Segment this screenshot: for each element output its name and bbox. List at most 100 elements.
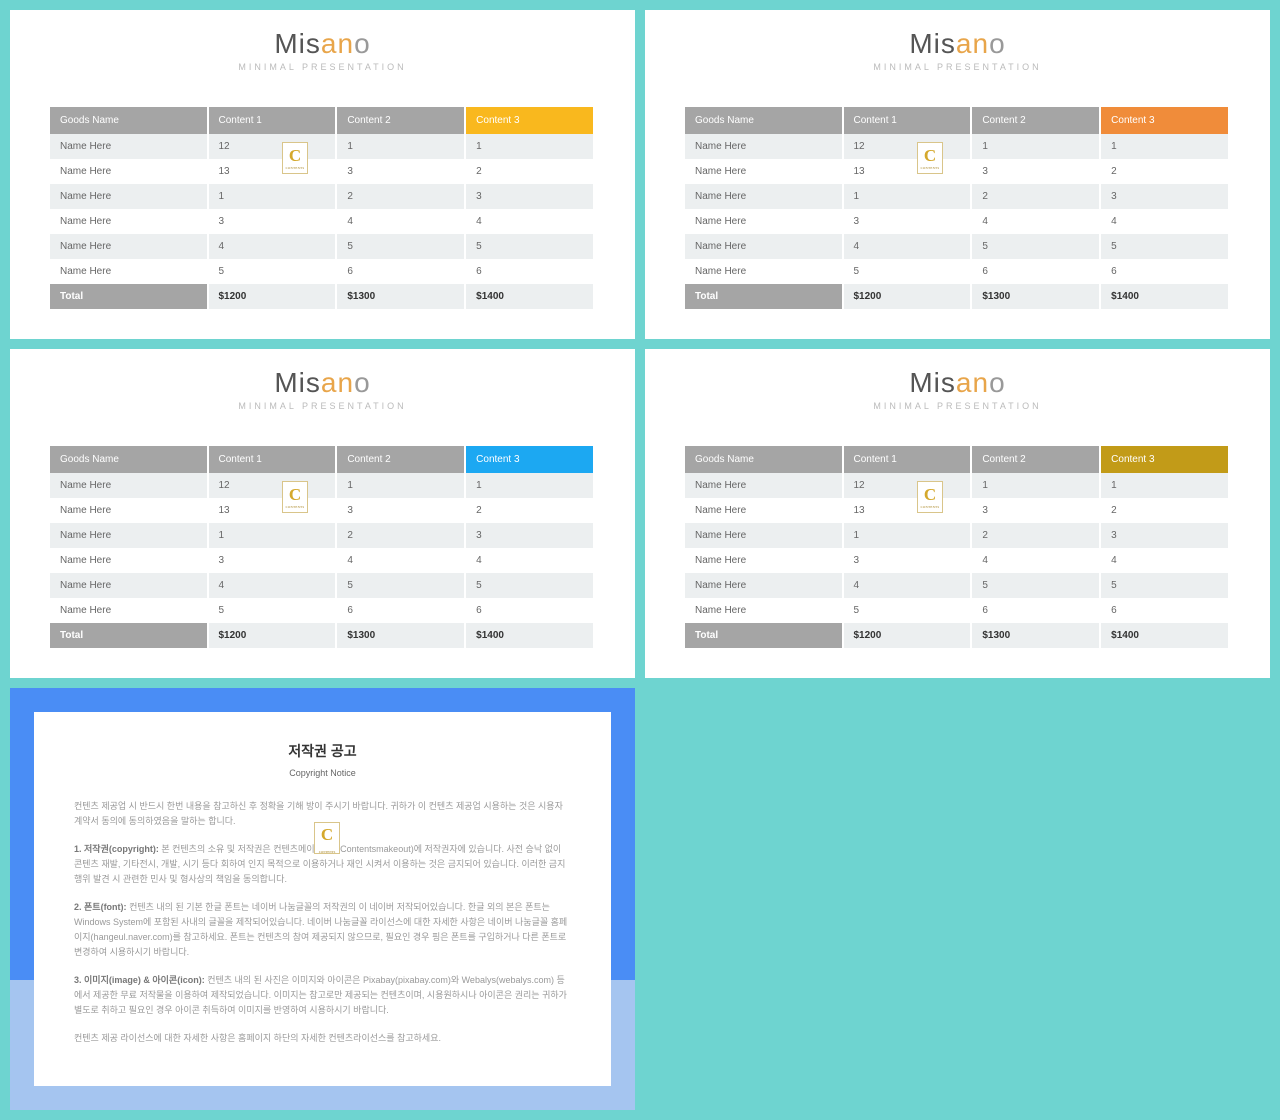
table-row: Name Here123 [685, 523, 1229, 548]
table-row: Name Here566 [50, 598, 594, 623]
watermark-letter: C [924, 485, 936, 505]
table-cell-total: $1200 [843, 623, 972, 648]
table-row: Name Here1211 [50, 473, 594, 498]
table-row: Name Here1332 [685, 498, 1229, 523]
slide-subtitle: Minimal Presentation [50, 62, 595, 72]
table-row: Name Here566 [50, 259, 594, 284]
table-header: Content 1 [208, 107, 337, 134]
slide-logo: Misano [50, 28, 595, 60]
table-cell-total: $1400 [465, 284, 594, 309]
table-header: Goods Name [685, 446, 843, 473]
table-cell: Name Here [50, 548, 208, 573]
table-cell: 2 [336, 523, 465, 548]
table-cell: 4 [843, 234, 972, 259]
table-cell: Name Here [685, 548, 843, 573]
table-cell: 5 [971, 573, 1100, 598]
table-cell: 3 [1100, 523, 1229, 548]
presentation-slide: MisanoMinimal PresentationGoods NameCont… [645, 349, 1270, 678]
table-cell: Name Here [685, 209, 843, 234]
table-header: Goods Name [50, 446, 208, 473]
table-cell-total: $1300 [336, 284, 465, 309]
table-row: Name Here455 [685, 573, 1229, 598]
table-header: Content 2 [971, 107, 1100, 134]
watermark-letter: C [924, 146, 936, 166]
table-cell: 12 [843, 473, 972, 498]
table-cell: 5 [336, 573, 465, 598]
table-cell: 5 [465, 234, 594, 259]
table-cell: 3 [208, 209, 337, 234]
table-row: Name Here566 [685, 598, 1229, 623]
table-row: Name Here455 [50, 573, 594, 598]
logo-part2: an [956, 367, 989, 398]
table-cell-total: $1300 [971, 623, 1100, 648]
data-table: Goods NameContent 1Content 2Content 3Nam… [50, 446, 595, 648]
table-cell-total: Total [685, 623, 843, 648]
slide-subtitle: Minimal Presentation [50, 401, 595, 411]
watermark-subtext: CONTENTS [286, 505, 305, 509]
logo-part3: o [989, 28, 1006, 59]
table-row: Name Here1211 [50, 134, 594, 159]
table-row: Name Here455 [685, 234, 1229, 259]
table-cell: 2 [465, 498, 594, 523]
table-cell: 6 [1100, 598, 1229, 623]
table-cell: 4 [208, 573, 337, 598]
watermark-letter: C [289, 146, 301, 166]
table-cell: 2 [971, 523, 1100, 548]
table-cell: Name Here [685, 498, 843, 523]
table-cell: 1 [843, 184, 972, 209]
table-row: Name Here344 [685, 548, 1229, 573]
table-row: Name Here1332 [50, 159, 594, 184]
table-cell: Name Here [50, 159, 208, 184]
table-cell: 3 [336, 498, 465, 523]
table-cell: 5 [843, 598, 972, 623]
logo-part3: o [989, 367, 1006, 398]
table-cell: 12 [208, 134, 337, 159]
copyright-paragraph: 컨텐츠 제공 라이선스에 대한 자세한 사항은 홈페이지 하단의 자세한 컨텐츠… [74, 1031, 571, 1046]
table-cell: 1 [843, 523, 972, 548]
table-row: Name Here123 [50, 523, 594, 548]
table-cell: Name Here [685, 234, 843, 259]
table-header: Goods Name [50, 107, 208, 134]
table-cell: 3 [465, 184, 594, 209]
empty-cell [645, 688, 1270, 1110]
presentation-slide: Misano Minimal Presentation Goods NameCont… [10, 349, 635, 678]
table-cell: 4 [1100, 548, 1229, 573]
copyright-label: 2. 폰트(font): [74, 902, 127, 912]
logo-part3: o [354, 28, 371, 59]
table-cell: 2 [1100, 159, 1229, 184]
table-cell: Name Here [50, 523, 208, 548]
table-cell: 1 [336, 473, 465, 498]
table-cell: 5 [208, 259, 337, 284]
slide-subtitle: Minimal Presentation [685, 401, 1230, 411]
table-cell: 1 [1100, 473, 1229, 498]
table-cell: 5 [843, 259, 972, 284]
table-cell: Name Here [685, 598, 843, 623]
table-wrap: Goods NameContent 1Content 2Content 3Nam… [685, 107, 1230, 309]
table-cell: 1 [465, 473, 594, 498]
table-cell: 12 [843, 134, 972, 159]
table-cell-total: $1400 [1100, 623, 1229, 648]
table-row-total: Total$1200$1300$1400 [685, 623, 1229, 648]
table-cell: 4 [465, 209, 594, 234]
logo-part1: Mis [909, 28, 956, 59]
table-cell: 5 [208, 598, 337, 623]
table-cell: 3 [1100, 184, 1229, 209]
table-cell: 4 [843, 573, 972, 598]
table-header: Content 1 [843, 446, 972, 473]
table-row: Name Here123 [685, 184, 1229, 209]
logo-part2: an [956, 28, 989, 59]
table-cell: Name Here [50, 209, 208, 234]
watermark-subtext: CONTENTS [921, 166, 940, 170]
table-header: Content 2 [336, 107, 465, 134]
table-row: Name Here344 [50, 209, 594, 234]
table-cell: 4 [1100, 209, 1229, 234]
table-cell: 2 [971, 184, 1100, 209]
copyright-title: 저작권 공고 [74, 740, 571, 764]
table-cell: 4 [465, 548, 594, 573]
table-header: Content 3 [1100, 446, 1229, 473]
table-cell: 13 [843, 159, 972, 184]
watermark-badge: CCONTENTS [282, 481, 308, 513]
table-cell-total: $1400 [1100, 284, 1229, 309]
slide-logo: Misano [50, 367, 595, 399]
table-wrap: Goods NameContent 1Content 2Content 3Nam… [50, 446, 595, 648]
